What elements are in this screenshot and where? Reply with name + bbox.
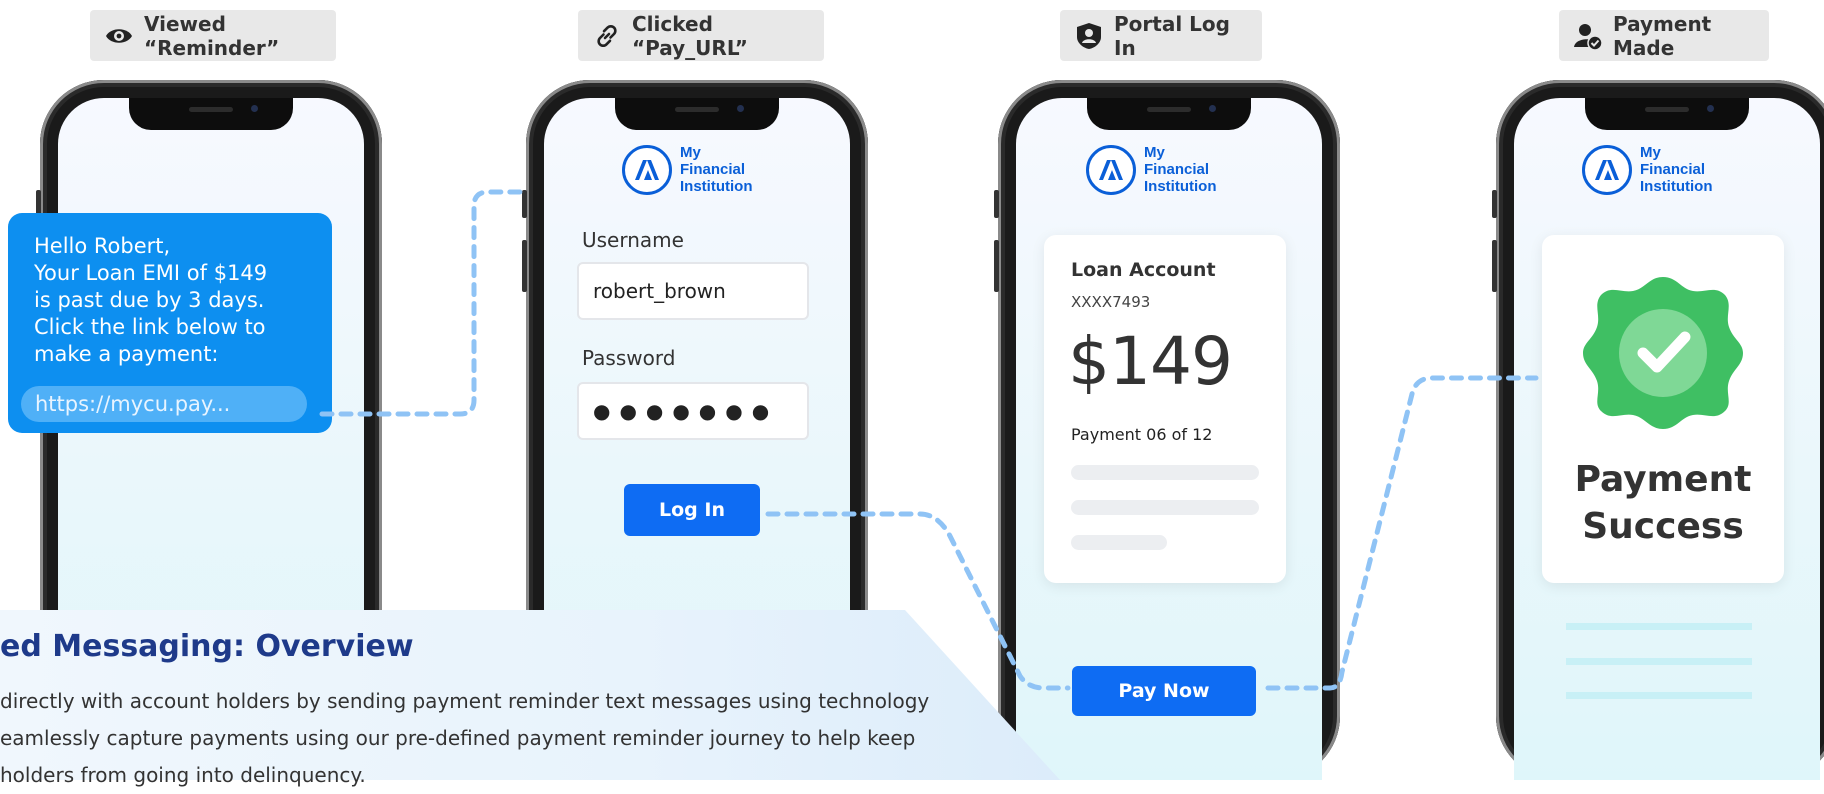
step-payment-made: Payment Made <box>1559 10 1769 61</box>
username-label: Username <box>582 228 684 252</box>
link-icon <box>597 24 617 47</box>
logo-mark-icon <box>1582 144 1632 195</box>
step-viewed-reminder: Viewed “Reminder” <box>90 10 336 61</box>
loan-account-number: XXXX7493 <box>1071 293 1151 311</box>
step-clicked-pay-url: Clicked “Pay_URL” <box>578 10 824 61</box>
brand-name: My Financial Institution <box>1144 144 1217 195</box>
success-title-line2: Success <box>1582 506 1744 547</box>
brand-name: My Financial Institution <box>1640 144 1713 195</box>
placeholder-bar <box>1071 465 1259 480</box>
loan-amount: $149 <box>1068 323 1233 400</box>
overview-title: ed Messaging: Overview <box>0 629 414 664</box>
brand-name: My Financial Institution <box>680 144 753 195</box>
step-portal-login: Portal Log In <box>1060 10 1262 61</box>
username-field[interactable]: robert_brown <box>577 262 809 320</box>
placeholder-line <box>1566 658 1752 665</box>
phone-notch <box>1087 98 1251 130</box>
sms-line: Your Loan EMI of $149 <box>34 261 268 285</box>
overview-line: holders from going into delinquency. <box>0 763 366 787</box>
phone-notch <box>1585 98 1749 130</box>
success-title-line1: Payment <box>1574 459 1752 500</box>
step-label: Viewed “Reminder” <box>144 11 280 60</box>
phone-loan: My Financial Institution Loan Account XX… <box>994 80 1340 780</box>
pay-url-link[interactable]: https://mycu.pay... <box>21 386 307 422</box>
placeholder-line <box>1566 692 1752 699</box>
overview-line: directly with account holders by sending… <box>0 689 930 713</box>
loan-card: Loan Account XXXX7493 $149 Payment 06 of… <box>1044 235 1286 583</box>
user-badge-icon <box>1077 22 1101 49</box>
phone-screen: My Financial Institution Payment Success <box>1514 98 1820 780</box>
placeholder-line <box>1566 623 1752 630</box>
password-field[interactable]: ●●●●●●● <box>577 382 809 440</box>
placeholder-bar <box>1071 535 1167 550</box>
phone-notch <box>129 98 293 130</box>
user-check-icon <box>1574 23 1603 51</box>
sms-line: Hello Robert, <box>34 234 171 258</box>
sms-line: is past due by 3 days. <box>34 288 265 312</box>
sms-message-bubble: Hello Robert, Your Loan EMI of $149 is p… <box>8 213 332 433</box>
sms-line: Click the link below to <box>34 315 266 339</box>
password-label: Password <box>582 346 676 370</box>
step-label: Portal Log In <box>1114 11 1230 60</box>
payment-count: Payment 06 of 12 <box>1071 425 1213 444</box>
pay-now-button[interactable]: Pay Now <box>1072 666 1256 716</box>
logo-mark-icon <box>1086 144 1136 195</box>
eye-icon <box>106 28 132 43</box>
phone-screen: My Financial Institution Loan Account XX… <box>1016 98 1322 780</box>
login-button[interactable]: Log In <box>624 484 760 536</box>
phone-success: My Financial Institution Payment Success <box>1492 80 1824 780</box>
brand-logo: My Financial Institution <box>1582 144 1712 195</box>
phone-notch <box>615 98 779 130</box>
step-label: Payment Made <box>1613 11 1712 60</box>
success-card: Payment Success <box>1542 235 1784 583</box>
step-label: Clicked “Pay_URL” <box>632 11 748 60</box>
overview-line: eamlessly capture payments using our pre… <box>0 726 916 750</box>
brand-logo: My Financial Institution <box>1086 144 1216 195</box>
logo-mark-icon <box>622 144 672 195</box>
sms-line: make a payment: <box>34 342 219 366</box>
loan-title: Loan Account <box>1071 259 1216 281</box>
verified-badge-icon <box>1583 277 1743 429</box>
overview-text: directly with account holders by sending… <box>0 683 940 794</box>
brand-logo: My Financial Institution <box>622 144 752 195</box>
placeholder-bar <box>1071 500 1259 515</box>
